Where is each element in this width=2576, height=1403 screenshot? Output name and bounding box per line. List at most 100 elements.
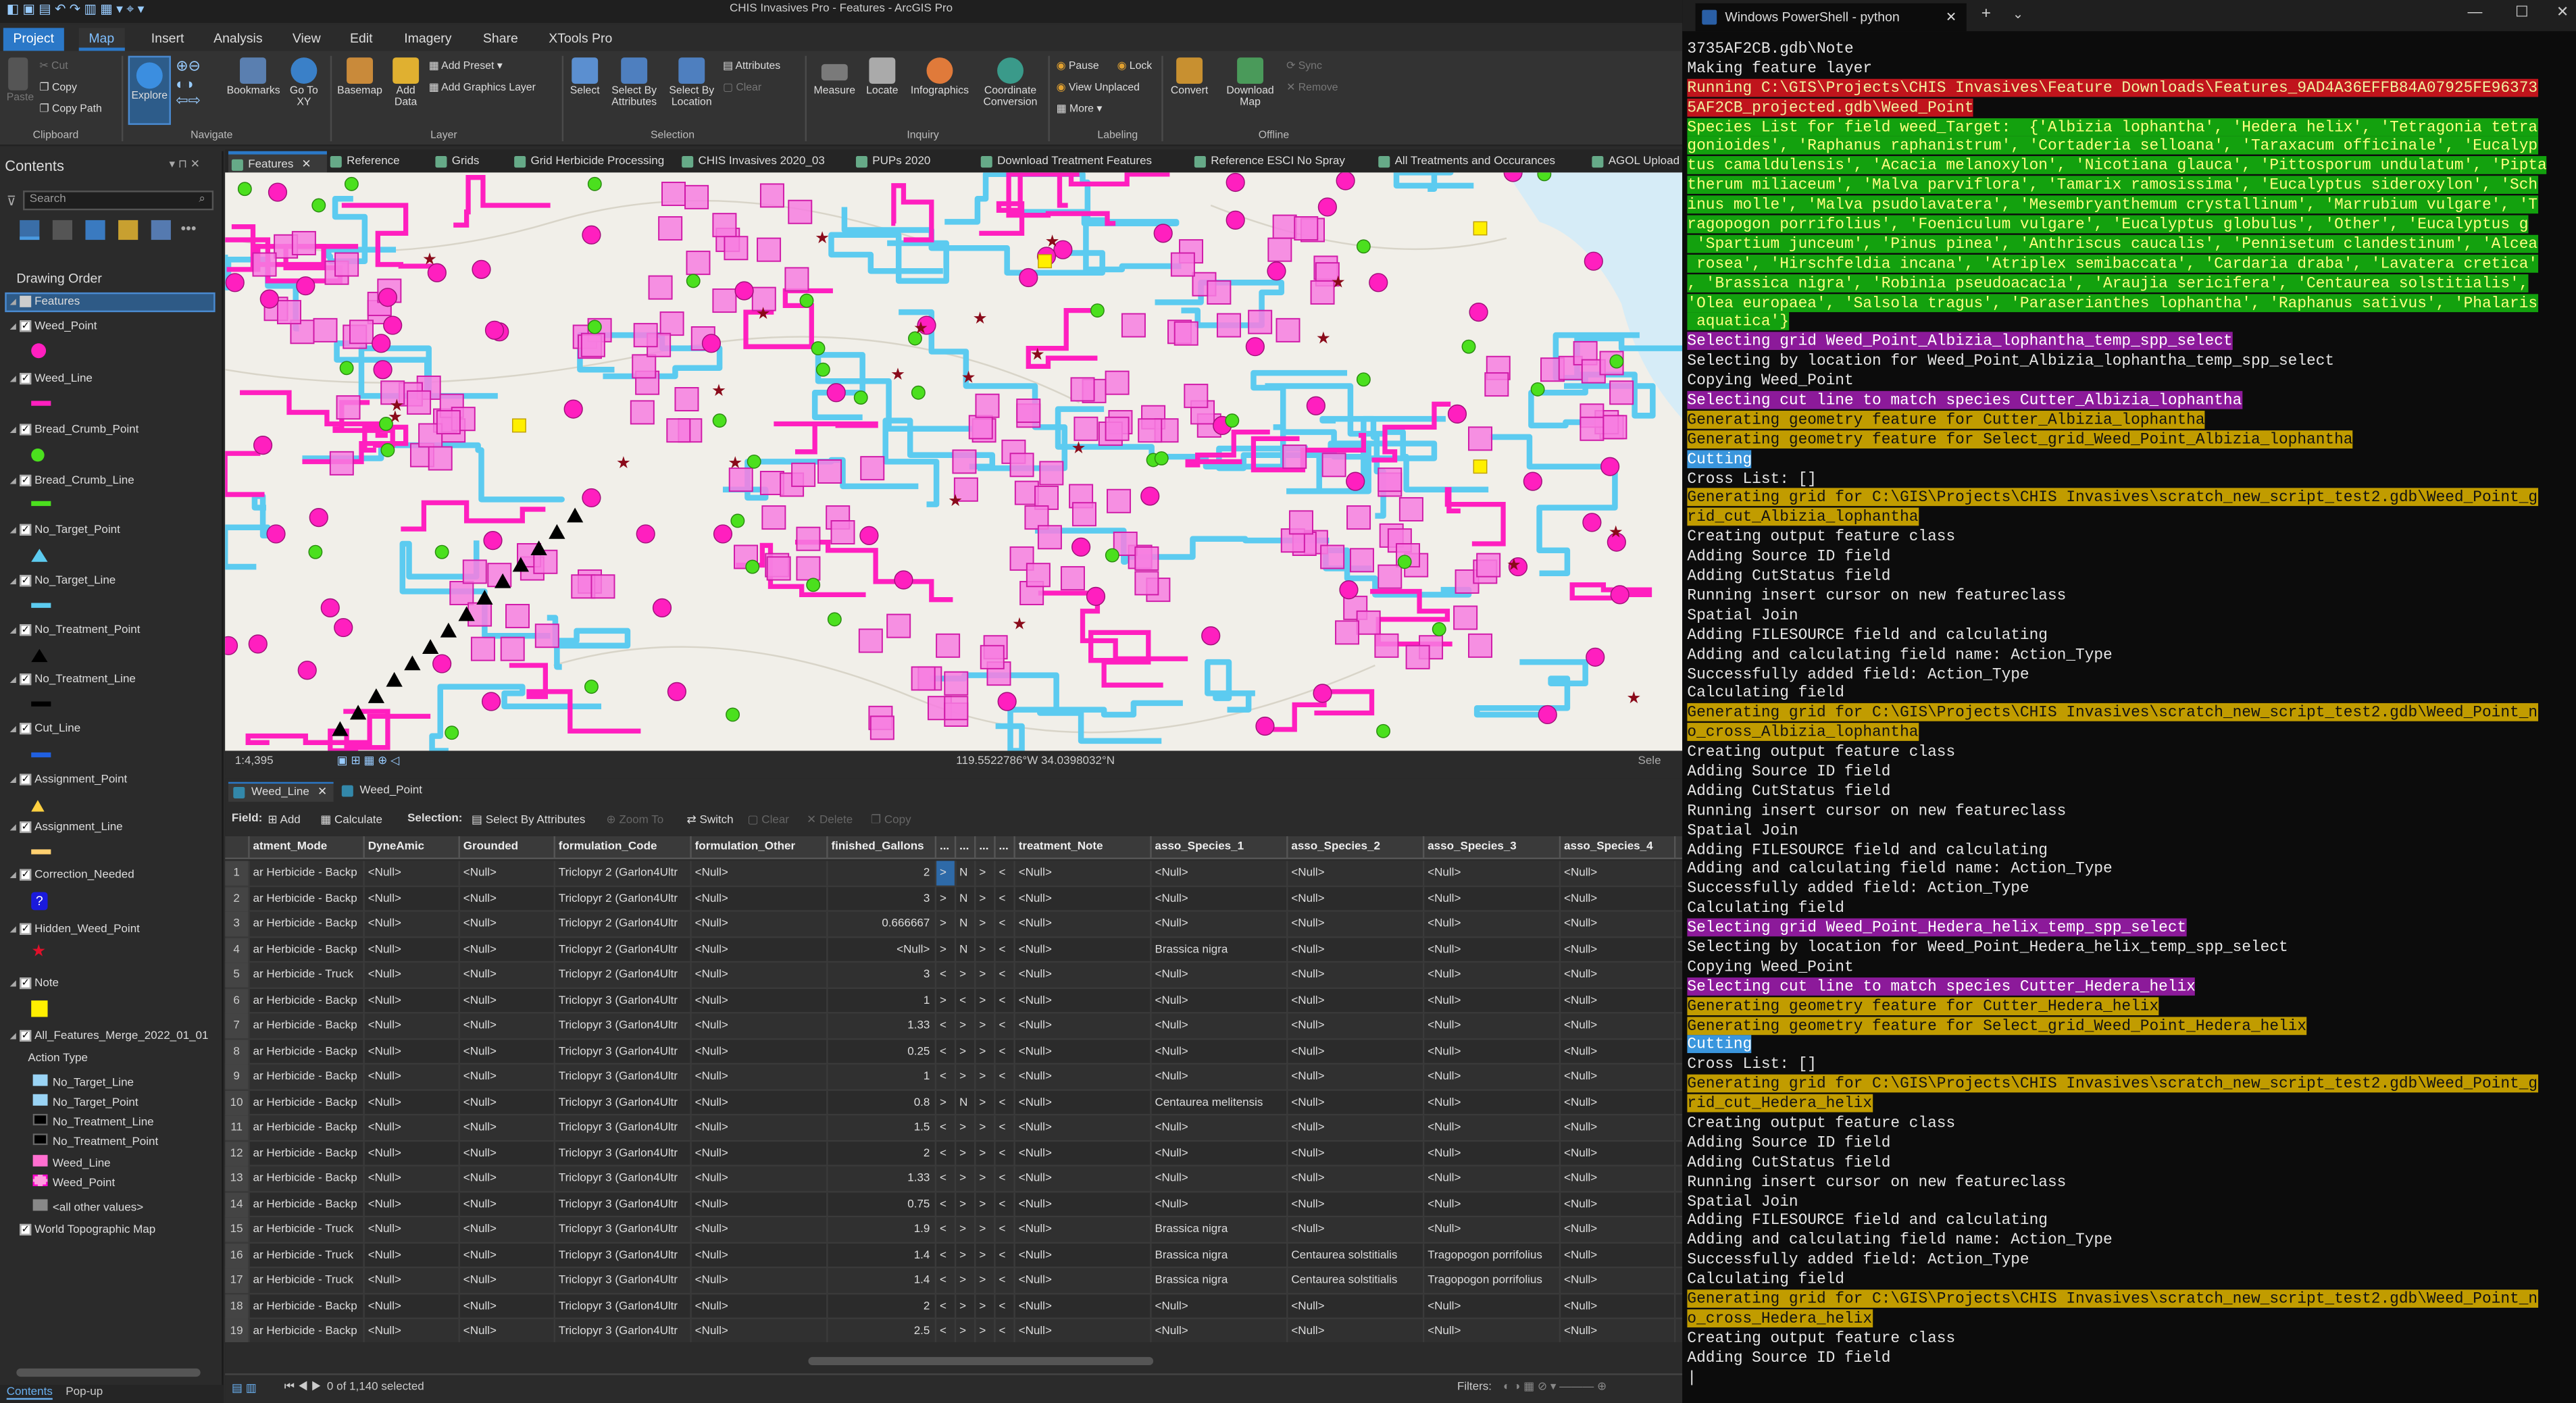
table-cell[interactable]: <Null> [1288, 1294, 1425, 1319]
table-cell[interactable]: <Null> [365, 1064, 460, 1090]
table-cell[interactable]: <Null> [1561, 886, 1676, 911]
table-cell[interactable]: Centaurea solstitialis [1288, 1242, 1425, 1268]
row-number[interactable]: 11 [225, 1115, 250, 1140]
table-cell[interactable]: <Null> [1424, 886, 1561, 911]
lock-labeling-button[interactable]: ◉ Lock [1117, 59, 1153, 72]
row-number[interactable]: 19 [225, 1319, 250, 1343]
table-cell[interactable]: <Null> [460, 988, 555, 1013]
table-cell[interactable]: 3 [828, 886, 937, 911]
table-cell[interactable]: <Null> [692, 1294, 828, 1319]
calculate-field-button[interactable]: ▦ Calculate [320, 813, 382, 826]
table-cell[interactable]: <Null> [692, 911, 828, 937]
table-cell[interactable]: <Null> [365, 1166, 460, 1192]
table-cell[interactable]: <Null> [365, 1242, 460, 1268]
table-cell[interactable]: > [976, 1268, 996, 1294]
map-tab-reference[interactable]: Reference [327, 151, 400, 173]
table-cell[interactable]: <Null> [1424, 1013, 1561, 1039]
column-header[interactable]: atment_Mode [250, 836, 365, 859]
table-cell[interactable]: 1.4 [828, 1242, 937, 1268]
map-tab-grid-herbicide[interactable]: Grid Herbicide Processing [511, 151, 664, 173]
table-cell[interactable]: <Null> [1015, 937, 1152, 962]
table-cell[interactable]: <Null> [460, 1141, 555, 1166]
table-cell[interactable]: <Null> [1152, 861, 1288, 886]
contents-scrollbar[interactable] [16, 1368, 201, 1377]
table-cell[interactable]: <Null> [460, 911, 555, 937]
paste-button[interactable]: Paste [7, 57, 34, 103]
table-cell[interactable]: <Null> [460, 1192, 555, 1217]
table-cell[interactable]: Triclopyr 3 (Garlon4Ultr [555, 1115, 692, 1140]
table-cell[interactable]: <Null> [460, 1064, 555, 1090]
table-cell[interactable]: <Null> [1288, 1141, 1425, 1166]
table-cell[interactable]: Triclopyr 2 (Garlon4Ultr [555, 886, 692, 911]
map-tab-reference-esci[interactable]: Reference ESCI No Spray [1191, 151, 1345, 173]
table-cell[interactable]: <Null> [1424, 1039, 1561, 1064]
table-cell[interactable]: <Null> [1152, 1013, 1288, 1039]
table-cell[interactable]: > [976, 937, 996, 962]
list-by-drawing-order-icon[interactable] [20, 220, 40, 240]
table-row[interactable]: 2 ar Herbicide - Backp <Null> <Null> Triclop… [225, 886, 1683, 912]
table-cell[interactable]: > [936, 861, 957, 886]
column-header[interactable]: asso_Species_1 [1152, 836, 1288, 859]
table-cell[interactable]: > [976, 911, 996, 937]
layer-hidden-weed-point[interactable]: ◢ ✓ Hidden_Weed_Point [10, 923, 140, 936]
table-cell[interactable]: <Null> [1288, 1319, 1425, 1343]
table-cell[interactable]: > [956, 1166, 976, 1192]
copy-path-button[interactable]: ❐ Copy Path [39, 102, 101, 115]
table-cell[interactable]: > [936, 911, 957, 937]
table-cell[interactable]: > [976, 988, 996, 1013]
column-header[interactable]: asso_Species_2 [1288, 836, 1425, 859]
table-cell[interactable]: <Null> [460, 1268, 555, 1294]
layer-no-treatment-line[interactable]: ◢ ✓ No_Treatment_Line [10, 673, 136, 686]
table-cell[interactable]: <Null> [1152, 1141, 1288, 1166]
table-cell[interactable]: < [996, 1294, 1015, 1319]
table-cell[interactable]: ar Herbicide - Backp [250, 1090, 365, 1115]
table-cell[interactable]: < [996, 1064, 1015, 1090]
table-cell[interactable]: > [976, 1166, 996, 1192]
table-cell[interactable]: < [936, 1217, 957, 1242]
table-cell[interactable]: <Null> [1424, 1166, 1561, 1192]
row-number[interactable]: 17 [225, 1268, 250, 1294]
table-cell[interactable]: ar Herbicide - Truck [250, 963, 365, 988]
table-cell[interactable]: <Null> [365, 1115, 460, 1140]
minimize-icon[interactable]: — [2468, 3, 2483, 20]
table-cell[interactable]: > [956, 1294, 976, 1319]
layer-cut-line[interactable]: ◢ ✓ Cut_Line [10, 723, 80, 735]
table-cell[interactable]: <Null> [365, 988, 460, 1013]
layer-no-target-point[interactable]: ◢ ✓ No_Target_Point [10, 524, 120, 536]
table-horizontal-scrollbar[interactable] [808, 1356, 1154, 1366]
table-cell[interactable]: <Null> [1015, 988, 1152, 1013]
attributes-button[interactable]: ▤ Attributes [723, 59, 780, 72]
table-cell[interactable]: Tragopogon porrifolius [1424, 1268, 1561, 1294]
table-cell[interactable]: <Null> [1424, 1294, 1561, 1319]
column-header[interactable]: treatment_Note [1015, 836, 1152, 859]
table-cell[interactable]: Triclopyr 3 (Garlon4Ultr [555, 1166, 692, 1192]
table-cell[interactable]: <Null> [1152, 1115, 1288, 1140]
table-cell[interactable]: < [996, 1039, 1015, 1064]
map-tab-grids[interactable]: Grids [432, 151, 479, 173]
table-cell[interactable]: > [936, 937, 957, 962]
table-cell[interactable]: 1 [828, 1064, 937, 1090]
tab-analysis[interactable]: Analysis [204, 28, 273, 51]
bookmarks-button[interactable]: Bookmarks [227, 57, 280, 97]
copy-rows-button[interactable]: ❐ Copy [871, 813, 911, 826]
table-cell[interactable]: > [976, 1192, 996, 1217]
table-cell[interactable]: <Null> [1152, 1166, 1288, 1192]
locate-button[interactable]: Locate [861, 57, 903, 97]
table-cell[interactable]: > [976, 1319, 996, 1343]
layer-weed-line[interactable]: ◢ ✓ Weed_Line [10, 373, 93, 385]
table-cell[interactable]: <Null> [1424, 1090, 1561, 1115]
table-cell[interactable]: > [976, 861, 996, 886]
table-cell[interactable]: ar Herbicide - Truck [250, 1217, 365, 1242]
table-cell[interactable]: Triclopyr 3 (Garlon4Ultr [555, 1141, 692, 1166]
table-cell[interactable]: < [996, 1268, 1015, 1294]
table-row[interactable]: 4 ar Herbicide - Backp <Null> <Null> Triclop… [225, 937, 1683, 963]
column-header[interactable]: ... [956, 836, 976, 859]
table-cell[interactable]: > [976, 1090, 996, 1115]
table-cell[interactable]: < [936, 1294, 957, 1319]
column-header[interactable]: formulation_Other [692, 836, 828, 859]
table-cell[interactable]: 1 [828, 988, 937, 1013]
table-cell[interactable]: <Null> [1424, 1319, 1561, 1343]
table-row[interactable]: 7 ar Herbicide - Backp <Null> <Null> Triclop… [225, 1013, 1683, 1040]
table-cell[interactable]: <Null> [1561, 937, 1676, 962]
table-cell[interactable]: < [936, 1064, 957, 1090]
